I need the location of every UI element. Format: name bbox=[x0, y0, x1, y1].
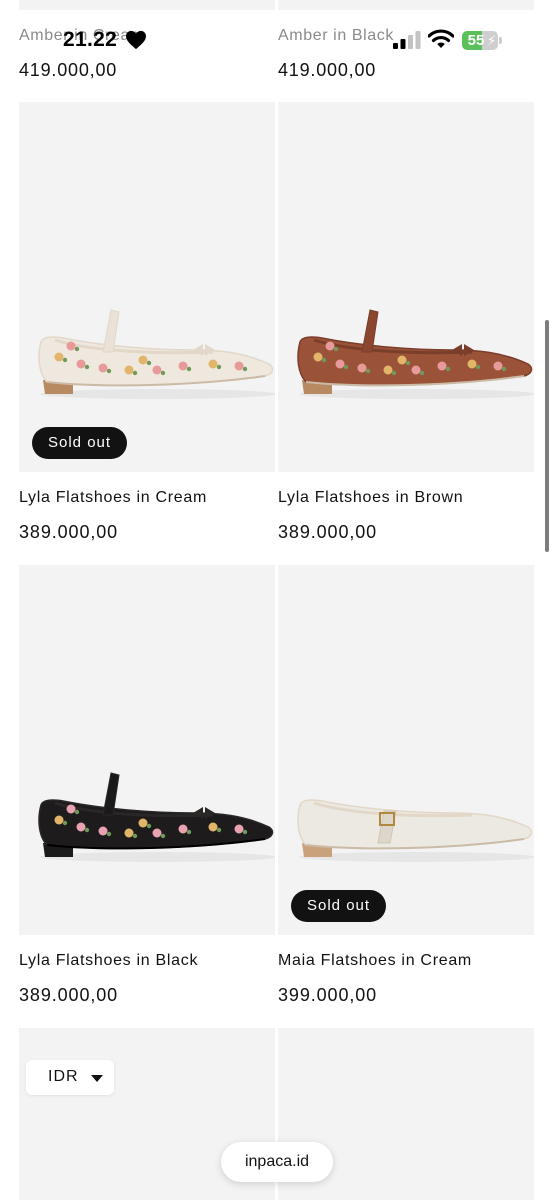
product-image[interactable] bbox=[19, 565, 275, 935]
product-image[interactable]: Sold out bbox=[278, 565, 534, 935]
browser-url-pill[interactable]: inpaca.id bbox=[221, 1142, 333, 1182]
wifi-icon bbox=[428, 29, 454, 48]
status-bar: 21.22 55 ⚡ bbox=[0, 0, 553, 80]
currency-label: IDR bbox=[48, 1068, 79, 1085]
product-price: 389.000,00 bbox=[19, 985, 119, 1005]
battery-icon: 55 ⚡ bbox=[462, 31, 502, 50]
product-title[interactable]: Lyla Flatshoes in Brown bbox=[278, 489, 463, 507]
chevron-down-icon bbox=[91, 1075, 103, 1082]
product-title[interactable]: Maia Flatshoes in Cream bbox=[278, 952, 472, 970]
product-image[interactable] bbox=[278, 102, 534, 472]
shoe-image bbox=[297, 309, 534, 399]
shoe-image bbox=[38, 309, 275, 399]
status-time: 21.22 bbox=[63, 28, 118, 51]
charging-bolt-icon: ⚡ bbox=[487, 33, 497, 48]
scrollbar[interactable] bbox=[545, 320, 549, 552]
product-image[interactable]: Sold out bbox=[19, 102, 275, 472]
heart-icon bbox=[126, 30, 146, 50]
currency-selector[interactable]: IDR bbox=[26, 1060, 114, 1095]
product-price: 389.000,00 bbox=[19, 522, 119, 542]
product-title[interactable]: Lyla Flatshoes in Cream bbox=[19, 489, 207, 507]
product-price: 389.000,00 bbox=[278, 522, 378, 542]
shoe-image bbox=[297, 799, 534, 862]
product-price: 399.000,00 bbox=[278, 985, 378, 1005]
battery-percentage: 55 bbox=[467, 32, 485, 49]
shoe-image bbox=[38, 772, 275, 862]
sold-out-badge: Sold out bbox=[32, 427, 128, 459]
signal-icon bbox=[393, 31, 421, 49]
sold-out-badge: Sold out bbox=[291, 890, 387, 922]
product-title[interactable]: Lyla Flatshoes in Black bbox=[19, 952, 198, 970]
